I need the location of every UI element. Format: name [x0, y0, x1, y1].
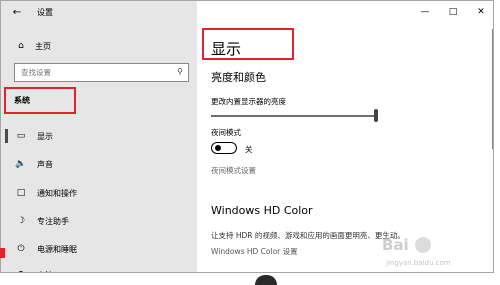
app-title: 设置 — [37, 7, 53, 17]
brightness-label: 更改内置显示器的亮度 — [211, 97, 286, 106]
settings-window: ← 设置 ⌂ 主页 ⚲ 系统 ▭ 显示 🔈 声音 □ 通知和操作 ☽ 专注助手 — [0, 0, 494, 273]
sound-icon: 🔈 — [15, 159, 27, 169]
sidebar-item-label: 通知和操作 — [37, 188, 77, 198]
edge-mark — [0, 248, 5, 258]
sidebar-item-sound[interactable]: 🔈 声音 — [1, 152, 197, 176]
paw-icon — [415, 237, 431, 253]
sidebar-item-label: 声音 — [37, 159, 53, 169]
bottom-strip — [0, 273, 500, 285]
power-icon: ⏻ — [17, 244, 25, 254]
night-mode-toggle[interactable] — [211, 142, 237, 154]
sidebar-item-label: 电源和睡眠 — [37, 244, 77, 254]
section-label: 系统 — [14, 96, 30, 105]
watermark-logo: Bai — [382, 236, 409, 254]
watermark: Bai jingyan.baidu.com — [372, 236, 494, 272]
hd-color-settings-link[interactable]: Windows HD Color 设置 — [211, 246, 298, 257]
back-arrow-icon[interactable]: ← — [1, 1, 33, 23]
sidebar-item-label: 专注助手 — [37, 216, 69, 226]
sidebar-item-home[interactable]: ⌂ 主页 — [1, 35, 197, 57]
scrollbar[interactable] — [492, 29, 493, 149]
watermark-url: jingyan.baidu.com — [386, 259, 451, 267]
titlebar-left: ← 设置 — [1, 1, 197, 23]
sidebar-item-focus-assist[interactable]: ☽ 专注助手 — [1, 209, 197, 233]
home-icon: ⌂ — [18, 41, 24, 51]
notifications-icon: □ — [16, 188, 26, 198]
brightness-slider-thumb[interactable] — [374, 109, 378, 122]
page-title: 显示 — [211, 40, 242, 58]
brightness-section-title: 亮度和颜色 — [211, 71, 266, 84]
night-mode-state: 关 — [245, 145, 253, 154]
sidebar-item-battery[interactable]: ▮ 电池 — [1, 263, 197, 272]
sidebar: ← 设置 ⌂ 主页 ⚲ 系统 ▭ 显示 🔈 声音 □ 通知和操作 ☽ 专注助手 — [1, 1, 197, 272]
main-pane: — □ ✕ 显示 亮度和颜色 更改内置显示器的亮度 夜间模式 关 夜间模式设置 … — [197, 1, 493, 272]
night-mode-label: 夜间模式 — [211, 128, 241, 137]
background-shape — [255, 275, 277, 285]
sidebar-item-power[interactable]: ⏻ 电源和睡眠 — [1, 237, 197, 261]
display-icon: ▭ — [16, 131, 26, 141]
brightness-slider-track[interactable] — [211, 115, 377, 117]
hd-color-title: Windows HD Color — [211, 204, 313, 217]
home-label: 主页 — [35, 41, 51, 51]
maximize-icon[interactable]: □ — [439, 1, 467, 23]
focus-assist-icon: ☽ — [16, 216, 26, 226]
sidebar-item-notifications[interactable]: □ 通知和操作 — [1, 181, 197, 205]
close-icon[interactable]: ✕ — [467, 1, 493, 23]
sidebar-item-display[interactable]: ▭ 显示 — [1, 124, 197, 148]
toggle-knob — [215, 145, 221, 151]
search-input[interactable] — [21, 68, 171, 77]
minimize-icon[interactable]: — — [411, 1, 439, 23]
search-icon[interactable]: ⚲ — [177, 67, 183, 76]
sidebar-item-label: 显示 — [37, 131, 53, 141]
window-controls: — □ ✕ — [411, 1, 493, 23]
search-box[interactable]: ⚲ — [14, 63, 189, 82]
night-mode-settings-link[interactable]: 夜间模式设置 — [211, 165, 256, 176]
